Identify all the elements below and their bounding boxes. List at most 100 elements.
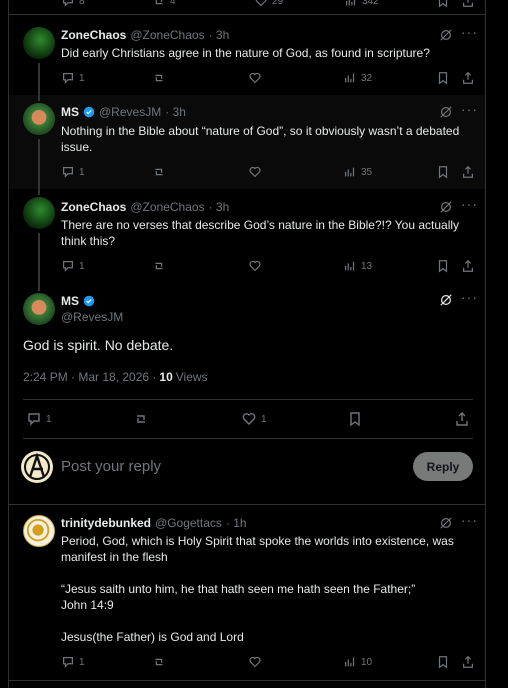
avatar[interactable] xyxy=(23,293,55,325)
share-button[interactable] xyxy=(461,259,475,273)
repost-button[interactable] xyxy=(133,411,149,427)
divider xyxy=(9,680,485,681)
like-button[interactable] xyxy=(248,71,262,85)
views-button[interactable]: 10 xyxy=(343,655,372,669)
views-icon xyxy=(345,261,355,271)
share-button[interactable] xyxy=(461,71,475,85)
user-avatar[interactable] xyxy=(21,451,53,483)
like-button[interactable] xyxy=(248,165,262,179)
top-repost-button[interactable]: 4 xyxy=(152,0,176,8)
views-button[interactable]: 32 xyxy=(343,71,372,85)
heart-icon xyxy=(249,72,261,84)
like-button[interactable] xyxy=(248,259,262,273)
like-button[interactable] xyxy=(248,655,262,669)
repost-icon xyxy=(155,0,163,5)
grok-icon[interactable] xyxy=(439,293,453,307)
views-button[interactable]: 35 xyxy=(343,165,372,179)
handle[interactable]: @RevesJM xyxy=(99,105,161,119)
avatar[interactable] xyxy=(23,27,55,59)
more-icon[interactable]: ··· xyxy=(461,512,478,528)
bookmark-button[interactable] xyxy=(436,165,450,179)
share-button[interactable] xyxy=(461,655,475,669)
thread-line xyxy=(38,233,40,281)
handle[interactable]: @ZoneChaos xyxy=(130,200,204,214)
top-share-button[interactable] xyxy=(461,0,475,8)
grok-icon[interactable] xyxy=(439,28,453,42)
reply-input[interactable]: Post your reply xyxy=(61,458,161,475)
reply-button[interactable]: 1 xyxy=(61,71,85,85)
display-name[interactable]: ZoneChaos xyxy=(61,28,126,42)
verified-badge-icon xyxy=(83,295,95,307)
bookmark-button[interactable] xyxy=(436,71,450,85)
tweet-header: trinitydebunked @Gogettacs · 1h xyxy=(61,516,247,530)
repost-button[interactable] xyxy=(152,165,166,179)
handle[interactable]: @RevesJM xyxy=(61,310,123,324)
bookmark-icon xyxy=(350,412,360,427)
tweet-text-line-1: Period, God, which is Holy Spirit that s… xyxy=(61,534,454,564)
timestamp[interactable]: · 1h xyxy=(226,516,247,530)
bookmark-button[interactable] xyxy=(436,655,450,669)
top-views-button[interactable]: 342 xyxy=(344,0,379,8)
tweet-zonechaos-2[interactable]: ZoneChaos @ZoneChaos · 3h ··· There are … xyxy=(9,189,485,281)
repost-icon xyxy=(155,262,163,270)
handle[interactable]: @ZoneChaos xyxy=(130,28,204,42)
more-icon[interactable]: ··· xyxy=(461,101,478,117)
seal-icon xyxy=(26,518,50,542)
reply-button[interactable]: 1 xyxy=(61,655,85,669)
avatar[interactable] xyxy=(23,103,55,135)
bookmark-icon xyxy=(438,260,448,273)
focused-tweet: MS @RevesJM ··· God is spirit. No debate… xyxy=(9,281,485,441)
avatar[interactable] xyxy=(23,515,55,547)
tweet-trinitydebunked[interactable]: trinitydebunked @Gogettacs · 1h ··· Peri… xyxy=(9,505,485,677)
timestamp[interactable]: · 3h xyxy=(209,28,230,42)
share-button[interactable] xyxy=(461,165,475,179)
top-like-button[interactable]: 29 xyxy=(254,0,283,8)
heart-icon xyxy=(255,0,267,7)
reply-button[interactable]: 1 xyxy=(26,411,52,427)
top-bookmark-button[interactable] xyxy=(436,0,450,8)
grok-icon[interactable] xyxy=(439,516,453,530)
tweet-text-line-3: John 14:9 xyxy=(61,598,114,612)
reply-submit-button[interactable]: Reply xyxy=(413,452,473,481)
tweet-zonechaos-1[interactable]: ZoneChaos @ZoneChaos · 3h ··· Did early … xyxy=(9,15,485,95)
reply-button[interactable]: 1 xyxy=(61,259,85,273)
like-button[interactable]: 1 xyxy=(241,411,267,427)
reply-button[interactable]: 1 xyxy=(61,165,85,179)
grok-icon[interactable] xyxy=(439,200,453,214)
display-name[interactable]: trinitydebunked xyxy=(61,516,151,530)
share-button[interactable] xyxy=(454,411,470,427)
timestamp[interactable]: 2:24 PM · Mar 18, 2026 · xyxy=(23,370,156,384)
repost-button[interactable] xyxy=(152,655,166,669)
views-button[interactable]: 13 xyxy=(343,259,372,273)
share-icon xyxy=(456,412,468,426)
more-icon[interactable]: ··· xyxy=(461,24,478,40)
more-icon[interactable]: ··· xyxy=(461,289,478,305)
avatar[interactable] xyxy=(23,197,55,229)
bookmark-button[interactable] xyxy=(436,259,450,273)
tweet-text-line-4: Jesus(the Father) is God and Lord xyxy=(61,630,244,644)
tweet-ms-1[interactable]: MS @RevesJM · 3h ··· Nothing in the Bibl… xyxy=(9,95,485,189)
views-icon xyxy=(345,73,355,83)
timestamp[interactable]: · 3h xyxy=(209,200,230,214)
display-name[interactable]: ZoneChaos xyxy=(61,200,126,214)
timestamp[interactable]: · 3h xyxy=(165,105,186,119)
display-name[interactable]: MS xyxy=(61,105,79,119)
handle[interactable]: @Gogettacs xyxy=(155,516,222,530)
share-icon xyxy=(463,655,473,668)
bookmark-icon xyxy=(438,72,448,85)
repost-button[interactable] xyxy=(152,259,166,273)
bookmark-button[interactable] xyxy=(347,411,363,427)
views-count: 10 xyxy=(159,370,173,384)
reply-icon xyxy=(63,261,73,272)
verified-badge-icon xyxy=(83,106,95,118)
top-reply-button[interactable]: 8 xyxy=(61,0,85,8)
more-icon[interactable]: ··· xyxy=(461,196,478,212)
grok-icon[interactable] xyxy=(439,105,453,119)
heart-icon xyxy=(249,166,261,178)
reply-icon xyxy=(63,73,73,84)
views-icon xyxy=(345,657,355,667)
repost-button[interactable] xyxy=(152,71,166,85)
display-name[interactable]: MS xyxy=(61,294,79,308)
divider xyxy=(23,399,473,400)
thread-line xyxy=(38,95,40,101)
